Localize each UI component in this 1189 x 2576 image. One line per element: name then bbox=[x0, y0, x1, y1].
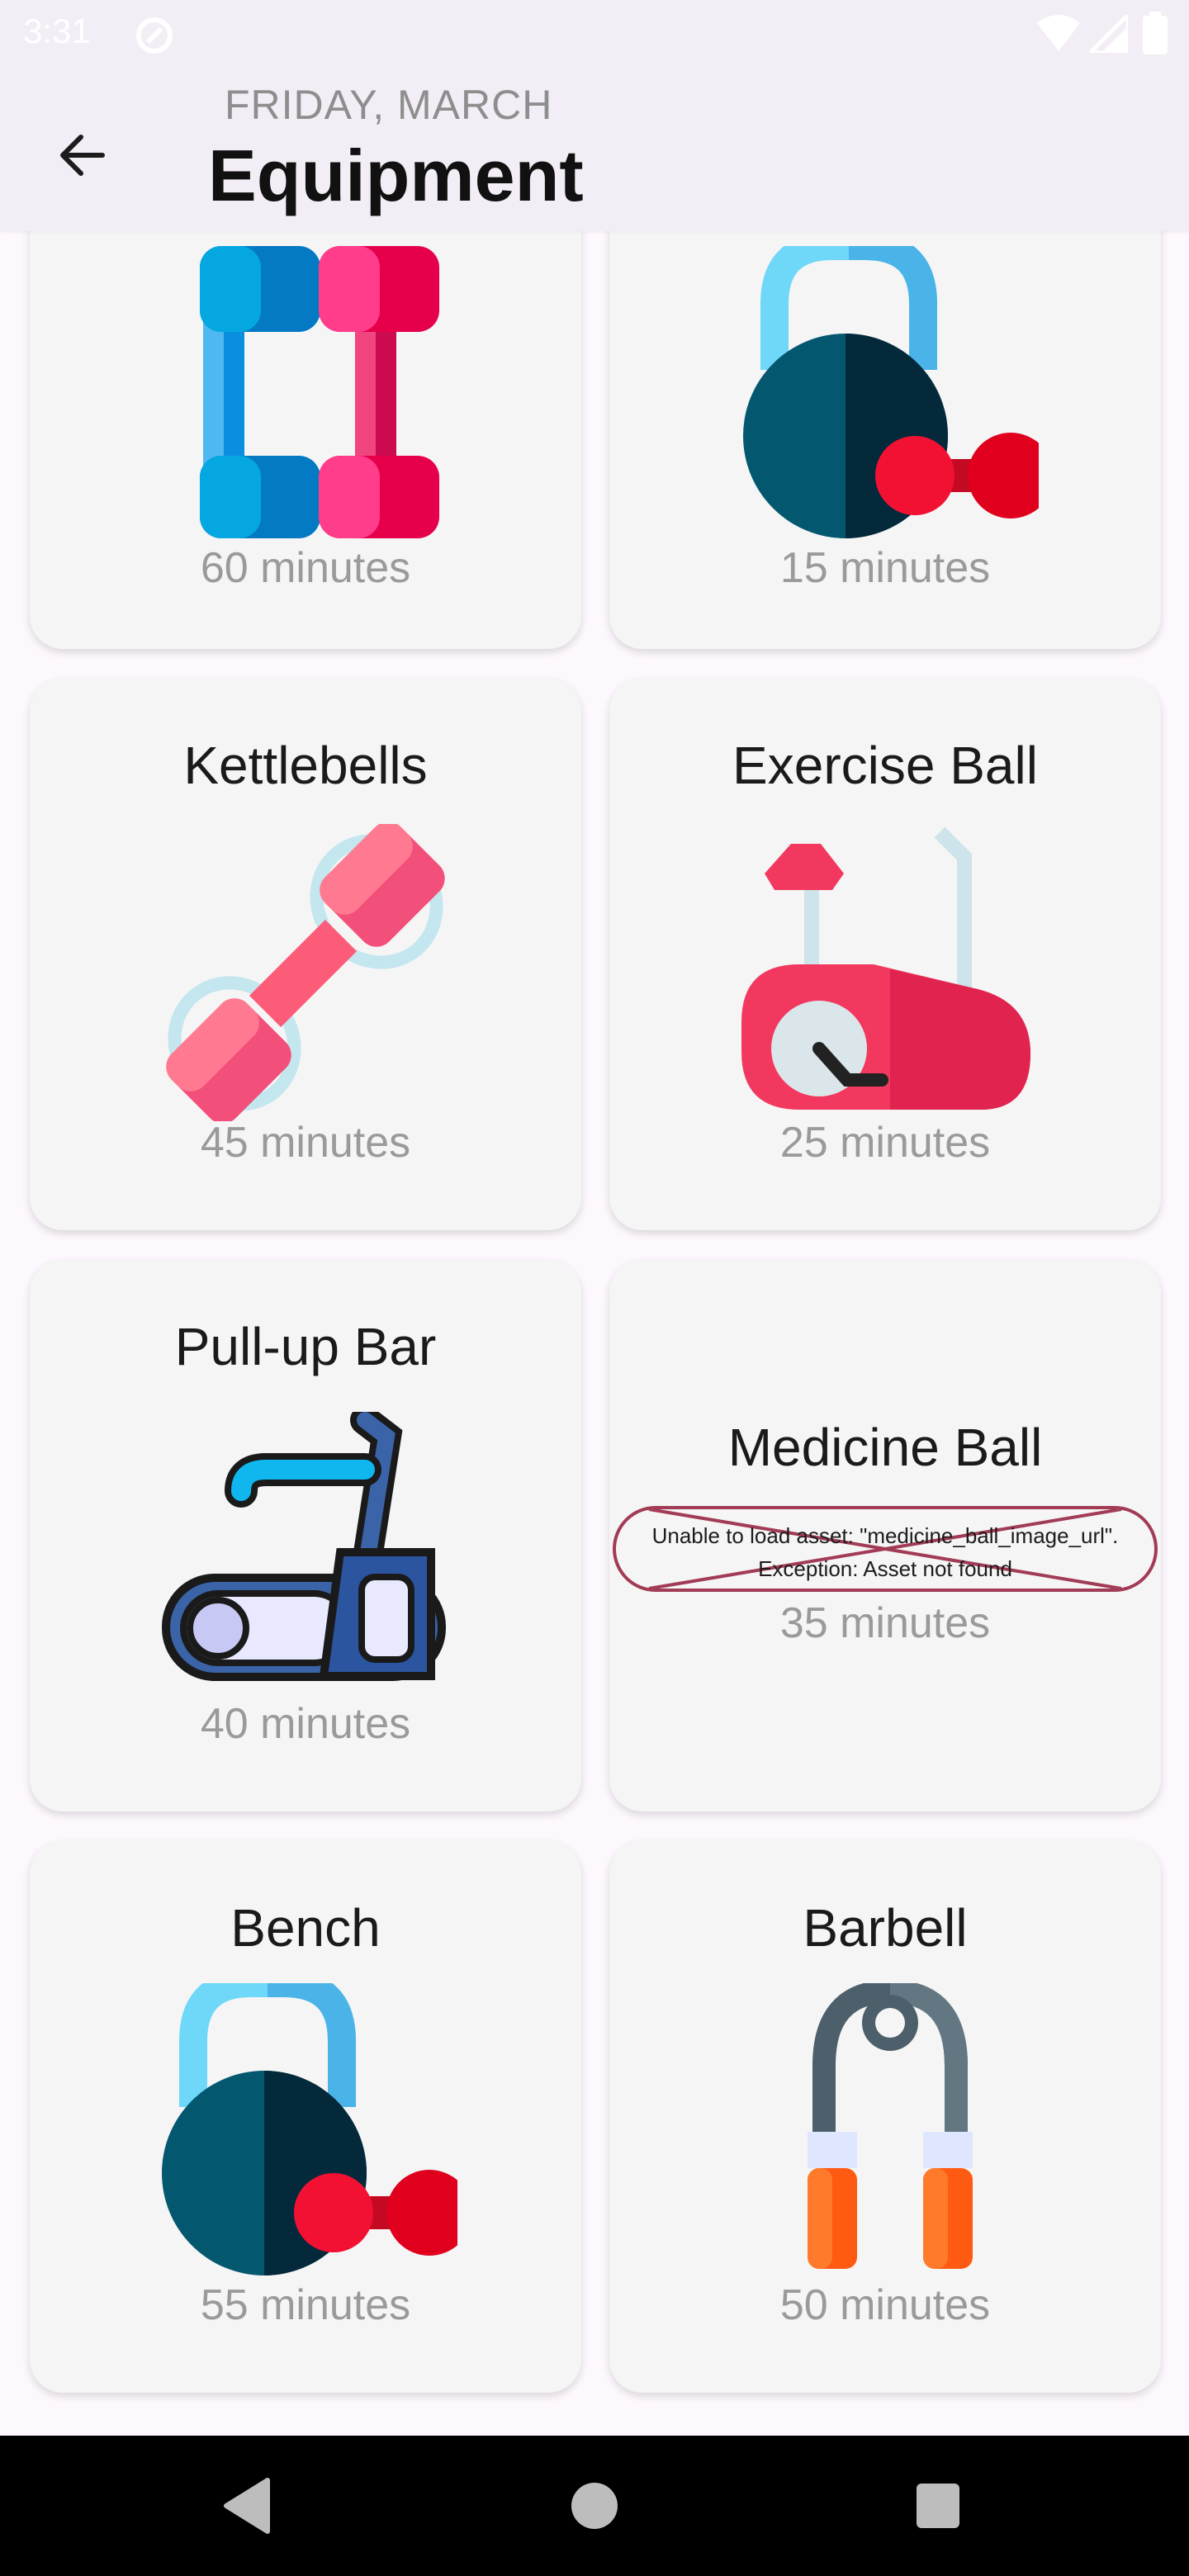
equipment-duration: 40 minutes bbox=[200, 1700, 411, 1748]
equipment-card[interactable]: Barbell 50 minutes bbox=[609, 1841, 1161, 2393]
treadmill-icon bbox=[162, 1412, 446, 1681]
equipment-name: Barbell bbox=[803, 1898, 968, 1958]
equipment-card[interactable]: Bench 55 minutes bbox=[30, 1841, 581, 2393]
system-nav-bar bbox=[0, 2436, 1189, 2576]
battery-icon bbox=[1143, 12, 1168, 54]
nav-recents-icon[interactable] bbox=[913, 2477, 963, 2535]
equipment-grid: 60 minutes 15 minutes Kettlebells 45 min… bbox=[0, 231, 1189, 2436]
equipment-name: Kettlebells bbox=[183, 736, 428, 795]
error-line-1: Unable to load asset: "medicine_ball_ima… bbox=[651, 1523, 1119, 1548]
equipment-card[interactable]: 15 minutes bbox=[609, 231, 1161, 649]
equipment-name: Exercise Ball bbox=[732, 736, 1038, 795]
equipment-duration: 55 minutes bbox=[200, 2281, 411, 2329]
date-subtitle: FRIDAY, MARCH bbox=[225, 82, 553, 128]
page-title: Equipment bbox=[208, 135, 584, 216]
dumbbells-icon bbox=[200, 246, 439, 538]
kettlebell-dumbbell-icon bbox=[743, 246, 1039, 538]
kettlebell-dumbbell-icon bbox=[162, 1983, 457, 2275]
equipment-card[interactable]: Kettlebells 45 minutes bbox=[30, 679, 581, 1230]
app-notification-icon bbox=[136, 17, 173, 54]
equipment-card[interactable]: Pull-up Bar 40 minutes bbox=[30, 1260, 581, 1811]
equipment-duration: 45 minutes bbox=[200, 1119, 411, 1167]
error-line-2: Exception: Asset not found bbox=[758, 1556, 1012, 1581]
image-error-placeholder: Unable to load asset: "medicine_ball_ima… bbox=[613, 1506, 1158, 1592]
back-button[interactable] bbox=[46, 119, 119, 192]
equipment-duration: 50 minutes bbox=[779, 2281, 991, 2329]
equipment-name: Pull-up Bar bbox=[174, 1317, 437, 1376]
equipment-duration: 25 minutes bbox=[779, 1119, 991, 1167]
equipment-name: Bench bbox=[230, 1898, 381, 1958]
equipment-name: Medicine Ball bbox=[727, 1418, 1043, 1477]
equipment-card[interactable]: Exercise Ball 25 minutes bbox=[609, 679, 1161, 1230]
equipment-duration: 15 minutes bbox=[779, 544, 991, 592]
status-bar: 3:31 bbox=[0, 0, 1189, 69]
signal-icon bbox=[1090, 15, 1128, 53]
arrow-back-icon bbox=[60, 135, 105, 176]
status-time: 3:31 bbox=[23, 12, 91, 50]
equipment-card[interactable]: 60 minutes bbox=[30, 231, 581, 649]
exercise-bike-icon bbox=[741, 826, 1030, 1110]
nav-home-icon[interactable] bbox=[570, 2477, 619, 2535]
app-bar: FRIDAY, MARCH Equipment bbox=[0, 69, 1189, 231]
equipment-duration: 60 minutes bbox=[200, 544, 411, 592]
jump-rope-icon bbox=[808, 1983, 973, 2269]
wifi-icon bbox=[1037, 15, 1080, 51]
nav-back-icon[interactable] bbox=[223, 2477, 272, 2535]
equipment-duration: 35 minutes bbox=[779, 1599, 991, 1647]
error-message: Unable to load asset: "medicine_ball_ima… bbox=[616, 1519, 1154, 1585]
dumbbell-icon bbox=[166, 824, 445, 1121]
equipment-card[interactable]: Medicine Ball Unable to load asset: "med… bbox=[609, 1260, 1161, 1811]
